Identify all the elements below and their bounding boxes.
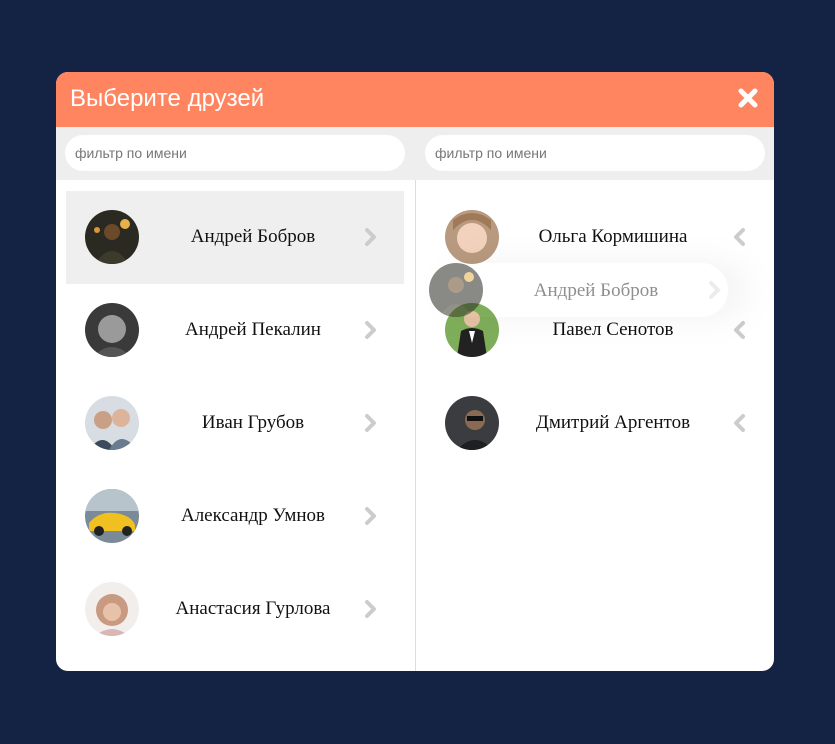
friend-name: Анастасия Гурлова (175, 598, 331, 619)
friend-item[interactable]: Ольга Кормишина (426, 191, 764, 284)
chevron-left-icon[interactable] (732, 320, 746, 340)
avatar (445, 210, 499, 264)
column-divider (415, 180, 416, 671)
dialog-header: Выберите друзей (56, 72, 774, 127)
close-icon[interactable] (736, 86, 760, 110)
chosen-friends-list: Ольга Кормишина Павел Сенотов Дмитрий Ар… (426, 191, 764, 470)
friend-name: Павел Сенотов (552, 319, 674, 340)
chevron-left-icon[interactable] (732, 413, 746, 433)
friend-name: Ольга Кормишина (538, 226, 688, 247)
avatar (85, 489, 139, 543)
avatar (85, 396, 139, 450)
filter-bar (56, 127, 774, 180)
dialog-title: Выберите друзей (70, 85, 265, 112)
avatar (445, 303, 499, 357)
avatar (85, 303, 139, 357)
friend-item[interactable]: Иван Грубов (66, 377, 404, 470)
avatar (85, 582, 139, 636)
chevron-right-icon[interactable] (364, 413, 378, 433)
friend-name: Андрей Бобров (190, 226, 316, 247)
filter-input-chosen[interactable] (425, 135, 765, 171)
avatar (445, 396, 499, 450)
chevron-right-icon[interactable] (364, 320, 378, 340)
friend-item[interactable]: Александр Умнов (66, 470, 404, 563)
friend-item[interactable]: Дмитрий Аргентов (426, 377, 764, 470)
available-friends-list: Андрей Бобров Андрей Пекалин Иван Грубов… (66, 191, 404, 656)
friend-name: Андрей Пекалин (185, 319, 321, 340)
friend-item[interactable]: Анастасия Гурлова (66, 563, 404, 656)
select-friends-dialog: Выберите друзей Андрей Бобров (56, 72, 774, 671)
friend-item[interactable]: Андрей Бобров (66, 191, 404, 284)
chevron-right-icon[interactable] (364, 599, 378, 619)
friend-item[interactable]: Павел Сенотов (426, 284, 764, 377)
friend-name: Дмитрий Аргентов (535, 412, 691, 433)
avatar (85, 210, 139, 264)
chevron-right-icon[interactable] (364, 506, 378, 526)
chevron-left-icon[interactable] (732, 227, 746, 247)
filter-input-available[interactable] (65, 135, 405, 171)
chevron-right-icon[interactable] (364, 227, 378, 247)
friend-name: Иван Грубов (201, 412, 305, 433)
friend-name: Александр Умнов (180, 505, 326, 526)
friend-item[interactable]: Андрей Пекалин (66, 284, 404, 377)
